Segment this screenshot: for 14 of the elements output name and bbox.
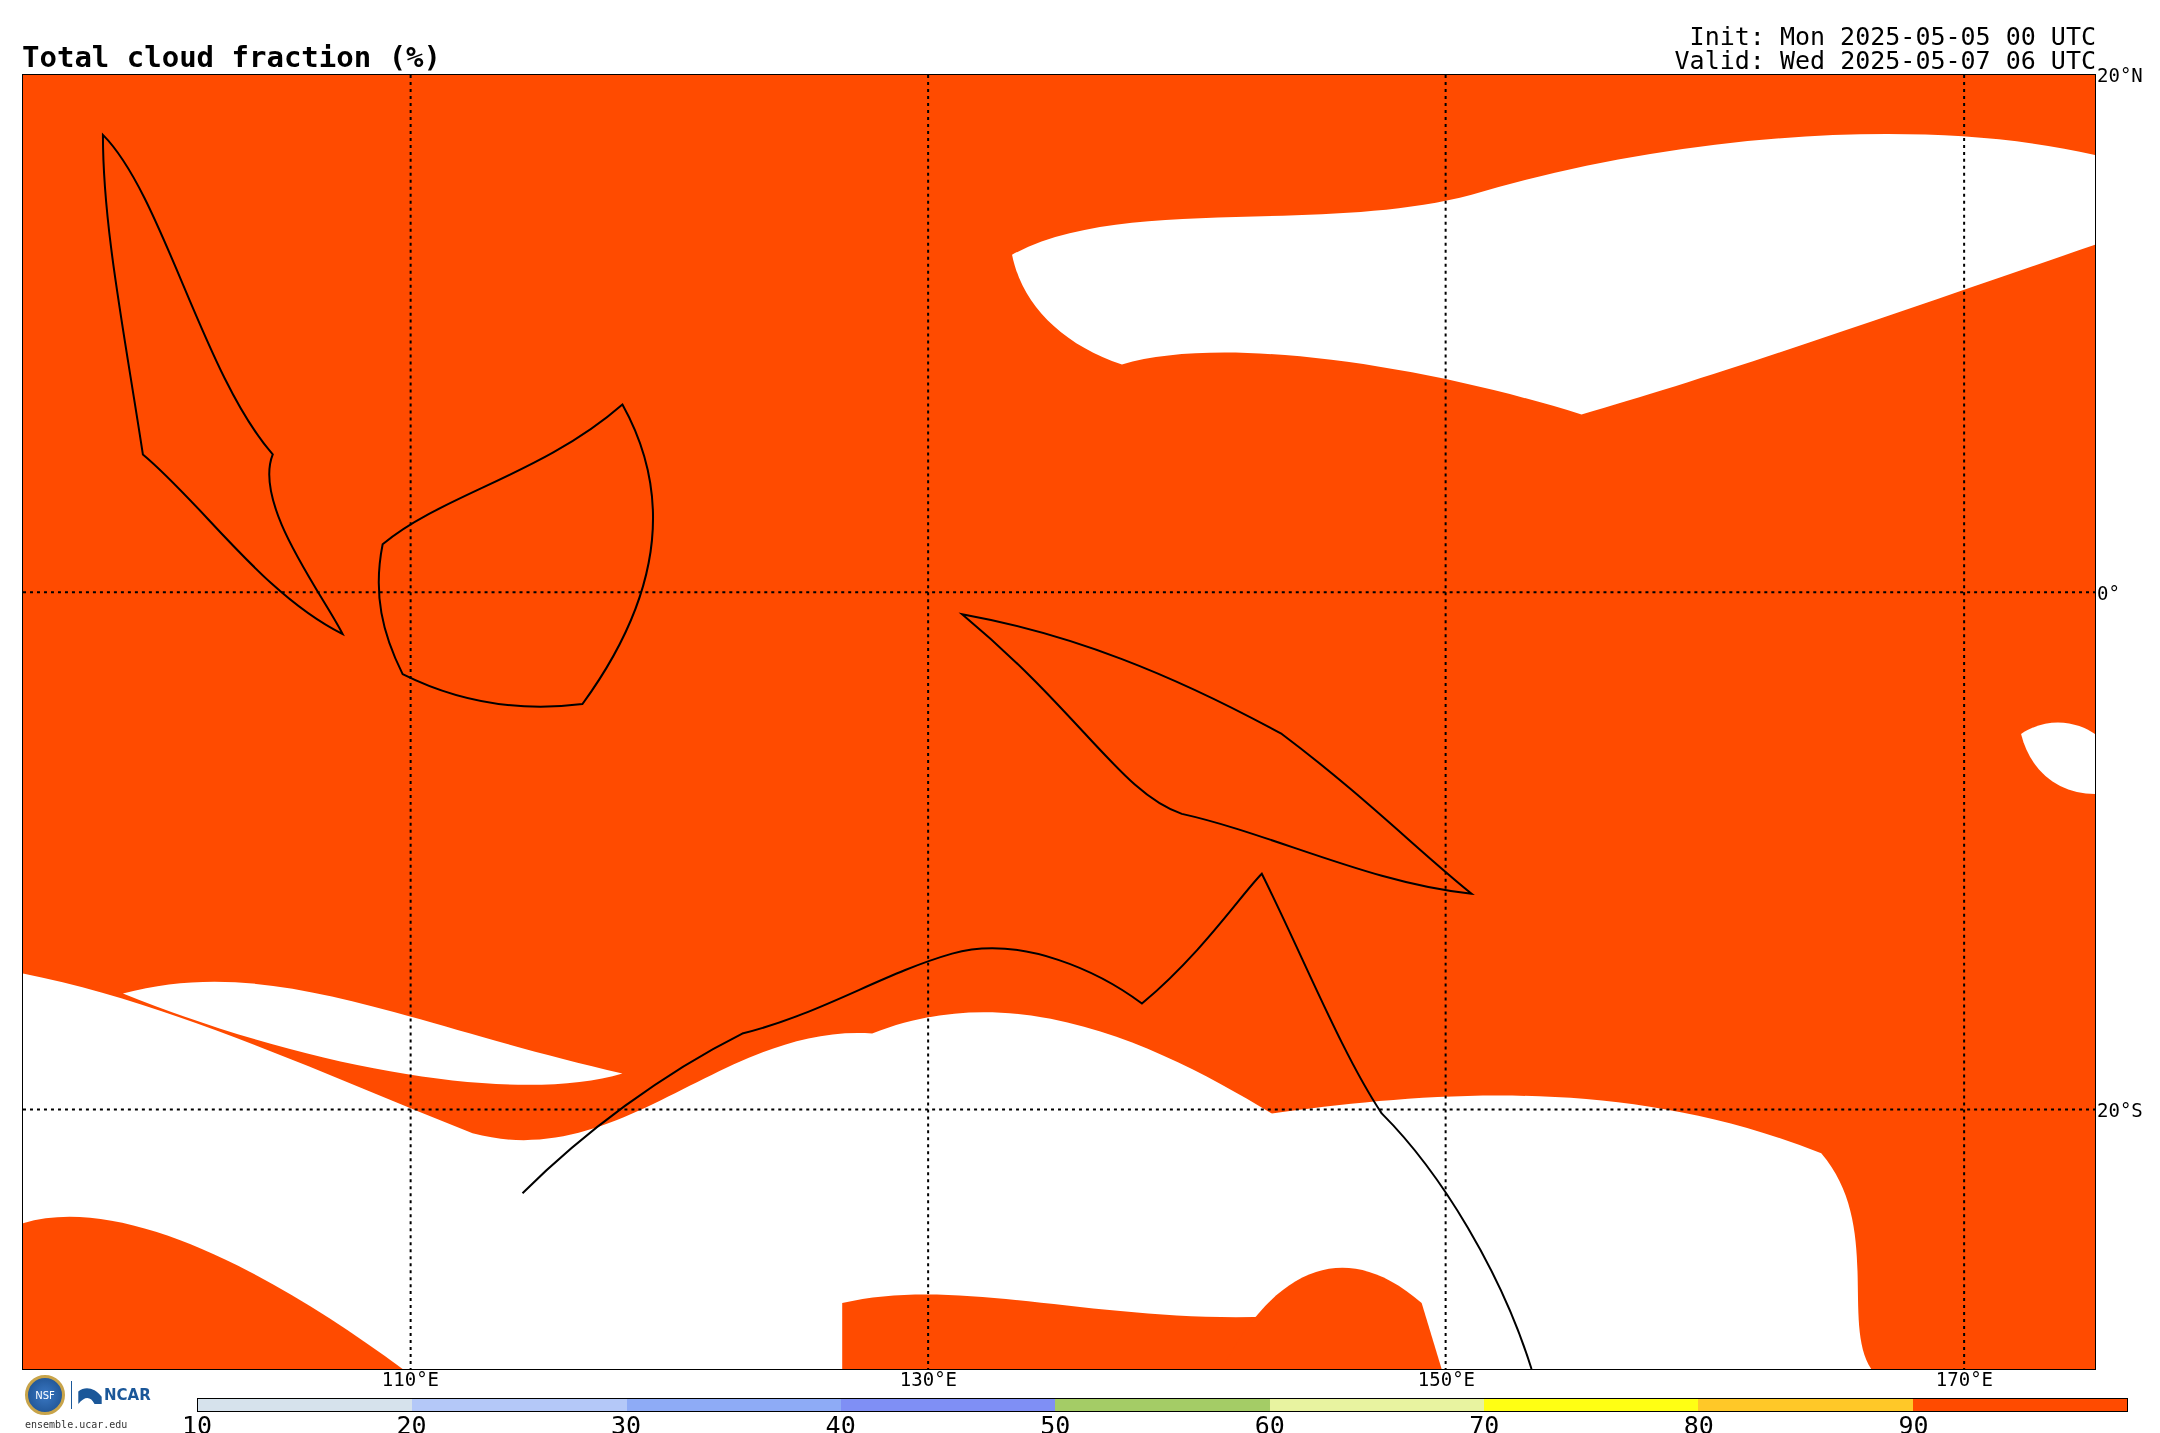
website-url: ensemble.ucar.edu [25, 1419, 128, 1430]
nsf-logo: NSF [25, 1375, 65, 1415]
chart-title: Total cloud fraction (%) [22, 40, 442, 74]
longitude-label: 170°E [1935, 1369, 1994, 1389]
init-time: Init: Mon 2025-05-05 00 UTC [1689, 25, 2096, 49]
latitude-label: 20°N [2097, 65, 2143, 85]
longitude-label: 150°E [1417, 1369, 1476, 1389]
longitude-label: 110°E [381, 1369, 440, 1389]
ncar-logo: NCAR [104, 1386, 151, 1404]
valid-time: Valid: Wed 2025-05-07 06 UTC [1674, 49, 2096, 73]
latitude-label: 20°S [2097, 1100, 2143, 1121]
ncar-swoosh-icon [78, 1386, 102, 1404]
longitude-label: 130°E [899, 1369, 958, 1389]
latitude-label: 0° [2097, 582, 2120, 603]
